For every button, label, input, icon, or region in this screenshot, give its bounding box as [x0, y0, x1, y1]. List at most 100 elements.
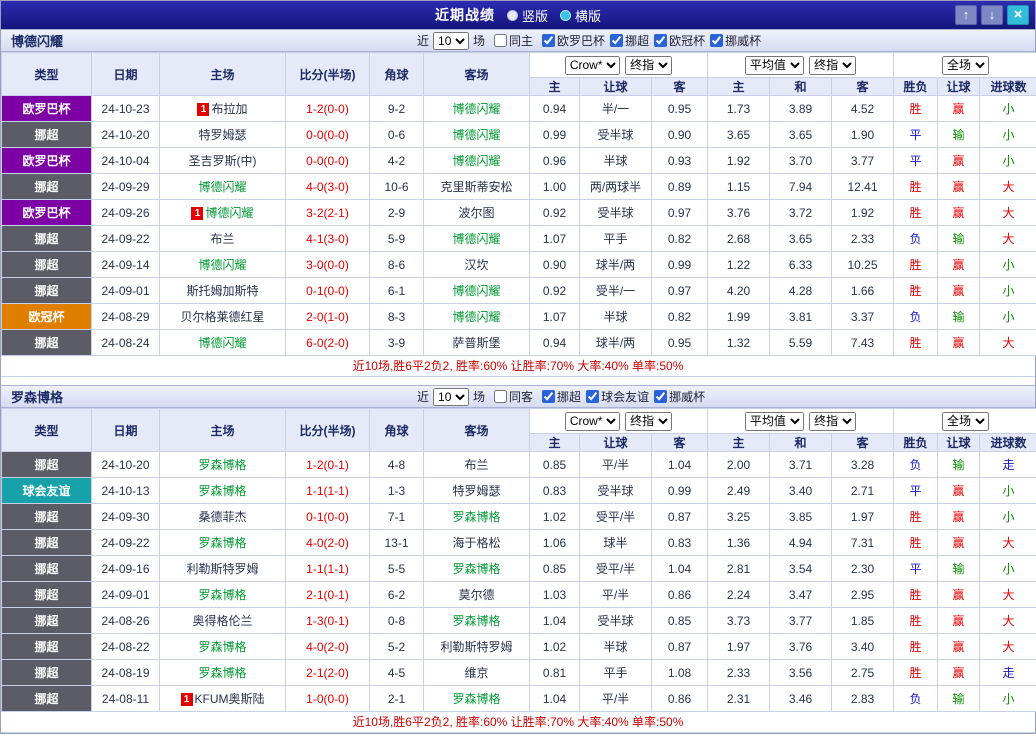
league-filter-checkbox[interactable] — [610, 33, 624, 47]
euro-odds-stage-select[interactable]: 终指 — [809, 411, 857, 431]
asia-away-odds: 0.87 — [651, 503, 708, 530]
recent-results-panel: 近期战绩 竖版 横版 ↑ ↓ × 博德闪耀 近 10 场 同主 欧罗巴杯 挪超 … — [0, 0, 1036, 734]
away-team-name: 汉坎 — [464, 258, 489, 272]
asia-home-odds: 1.06 — [529, 529, 580, 556]
handicap-outcome: 赢 — [937, 581, 981, 608]
handicap-outcome: 输 — [937, 303, 981, 330]
asia-odds-source-select[interactable]: Crow* — [564, 411, 620, 431]
handicap-outcome: 赢 — [937, 199, 981, 226]
same-venue-filter[interactable]: 同客 — [494, 388, 533, 405]
away-team: 莫尔德 — [423, 581, 530, 608]
league-filter[interactable]: 挪威杯 — [710, 32, 761, 49]
subcol-euro-home: 主 — [707, 433, 770, 452]
match-date: 24-08-24 — [91, 329, 160, 356]
asia-away-odds: 0.95 — [651, 95, 708, 122]
league-filter[interactable]: 挪威杯 — [654, 388, 705, 405]
scope-select[interactable]: 全场 — [942, 55, 990, 75]
asia-away-odds: 0.99 — [651, 251, 708, 278]
league-filter-checkbox[interactable] — [542, 33, 556, 47]
match-date: 24-10-23 — [91, 95, 160, 122]
win-draw-loss: 平 — [893, 555, 939, 582]
league-filter-checkbox[interactable] — [654, 33, 668, 47]
league-tag: 挪超 — [1, 451, 92, 478]
league-filter-checkbox[interactable] — [586, 389, 600, 403]
league-filter[interactable]: 欧罗巴杯 — [542, 32, 605, 49]
match-row: 挪超 24-09-16 利勒斯特罗姆 1-1(1-1) 5-5 罗森博格 0.85 受平/半 1… — [1, 555, 1036, 582]
match-date: 24-09-30 — [91, 503, 160, 530]
league-filter-checkbox[interactable] — [542, 389, 556, 403]
euro-odds-source-select[interactable]: 平均值 — [744, 411, 804, 431]
euro-home-odds: 1.36 — [707, 529, 770, 556]
away-team-name: 罗森博格 — [452, 510, 501, 524]
league-filter[interactable]: 欧冠杯 — [654, 32, 705, 49]
asia-away-odds: 0.97 — [651, 277, 708, 304]
corner-count: 3-9 — [369, 329, 424, 356]
home-team-name: 奥得格伦兰 — [192, 614, 253, 628]
match-count-select[interactable]: 10 — [433, 387, 470, 406]
asia-handicap: 球半 — [579, 529, 652, 556]
same-venue-checkbox[interactable] — [494, 390, 508, 403]
match-row: 欧罗巴杯 24-09-26 1 博德闪耀 3-2(2-1) 2-9 波尔图 0.92 受半球 0.… — [1, 199, 1036, 226]
league-tag: 挪超 — [1, 173, 92, 200]
move-up-button[interactable]: ↑ — [955, 5, 977, 25]
euro-home-odds: 2.68 — [707, 225, 770, 252]
asia-home-odds: 0.92 — [529, 277, 580, 304]
euro-odds-stage-select[interactable]: 终指 — [809, 55, 857, 75]
match-count-select[interactable]: 10 — [433, 31, 470, 50]
same-venue-checkbox[interactable] — [494, 34, 508, 47]
asia-odds-source-select[interactable]: Crow* — [564, 55, 620, 75]
asia-away-odds: 0.86 — [651, 685, 708, 712]
away-team-name: 布兰 — [464, 458, 489, 472]
handicap-outcome: 输 — [937, 555, 981, 582]
match-date: 24-09-01 — [91, 581, 160, 608]
same-venue-filter[interactable]: 同主 — [494, 32, 533, 49]
results-table: 类型 日期 主场 比分(半场) 角球 客场 Crow* 终指 平均值 终指 全场… — [1, 408, 1036, 712]
home-team: 罗森博格 — [159, 477, 286, 504]
home-team: 罗森博格 — [159, 659, 286, 686]
asia-handicap: 受平/半 — [579, 555, 652, 582]
asia-odds-stage-select[interactable]: 终指 — [625, 55, 673, 75]
handicap-outcome: 输 — [937, 225, 981, 252]
home-team-name: 罗森博格 — [198, 666, 247, 680]
asia-handicap: 两/两球半 — [579, 173, 652, 200]
subcol-euro-away: 客 — [830, 433, 895, 452]
euro-home-odds: 2.24 — [707, 581, 770, 608]
euro-home-odds: 1.73 — [707, 95, 770, 122]
asia-home-odds: 0.96 — [529, 147, 580, 174]
euro-draw-odds: 4.28 — [769, 277, 832, 304]
match-row: 欧罗巴杯 24-10-04 圣吉罗斯(中) 0-0(0-0) 4-2 博德闪耀 0.96 半球… — [1, 147, 1036, 174]
euro-away-odds: 1.92 — [830, 199, 895, 226]
home-team: 1 博德闪耀 — [159, 199, 286, 226]
league-filter[interactable]: 球会友谊 — [586, 388, 649, 405]
league-tag: 挪超 — [1, 225, 92, 252]
league-filter[interactable]: 挪超 — [542, 388, 581, 405]
euro-home-odds: 3.76 — [707, 199, 770, 226]
over-under-outcome: 大 — [979, 633, 1036, 660]
corner-count: 5-2 — [369, 633, 424, 660]
league-tag: 欧冠杯 — [1, 303, 92, 330]
euro-odds-source-select[interactable]: 平均值 — [744, 55, 804, 75]
close-button[interactable]: × — [1007, 5, 1029, 25]
league-filter-checkbox[interactable] — [654, 389, 668, 403]
title-bar: 近期战绩 竖版 横版 ↑ ↓ × — [1, 1, 1035, 29]
move-down-button[interactable]: ↓ — [981, 5, 1003, 25]
home-team: 博德闪耀 — [159, 329, 286, 356]
asia-odds-stage-select[interactable]: 终指 — [625, 411, 673, 431]
asia-away-odds: 0.97 — [651, 199, 708, 226]
away-team-name: 波尔图 — [458, 206, 495, 220]
win-draw-loss: 负 — [893, 303, 939, 330]
league-filter-checkbox[interactable] — [710, 33, 724, 47]
league-filter[interactable]: 挪超 — [610, 32, 649, 49]
away-team-name: 罗森博格 — [452, 562, 501, 576]
layout-radio-vertical[interactable]: 竖版 — [506, 6, 548, 25]
over-under-outcome: 大 — [979, 581, 1036, 608]
layout-radio-horizontal[interactable]: 横版 — [560, 6, 601, 25]
col-type: 类型 — [1, 52, 92, 96]
home-team-name: 圣吉罗斯(中) — [188, 154, 257, 168]
col-away: 客场 — [423, 408, 530, 452]
scope-select[interactable]: 全场 — [942, 411, 990, 431]
match-score: 4-0(3-0) — [285, 173, 370, 200]
asia-handicap: 球半/两 — [579, 329, 652, 356]
match-row: 挪超 24-09-30 桑德菲杰 0-1(0-0) 7-1 罗森博格 1.02 受平/半 0.8… — [1, 503, 1036, 530]
match-row: 挪超 24-09-29 博德闪耀 4-0(3-0) 10-6 克里斯蒂安松 1.00 两/两球… — [1, 173, 1036, 200]
